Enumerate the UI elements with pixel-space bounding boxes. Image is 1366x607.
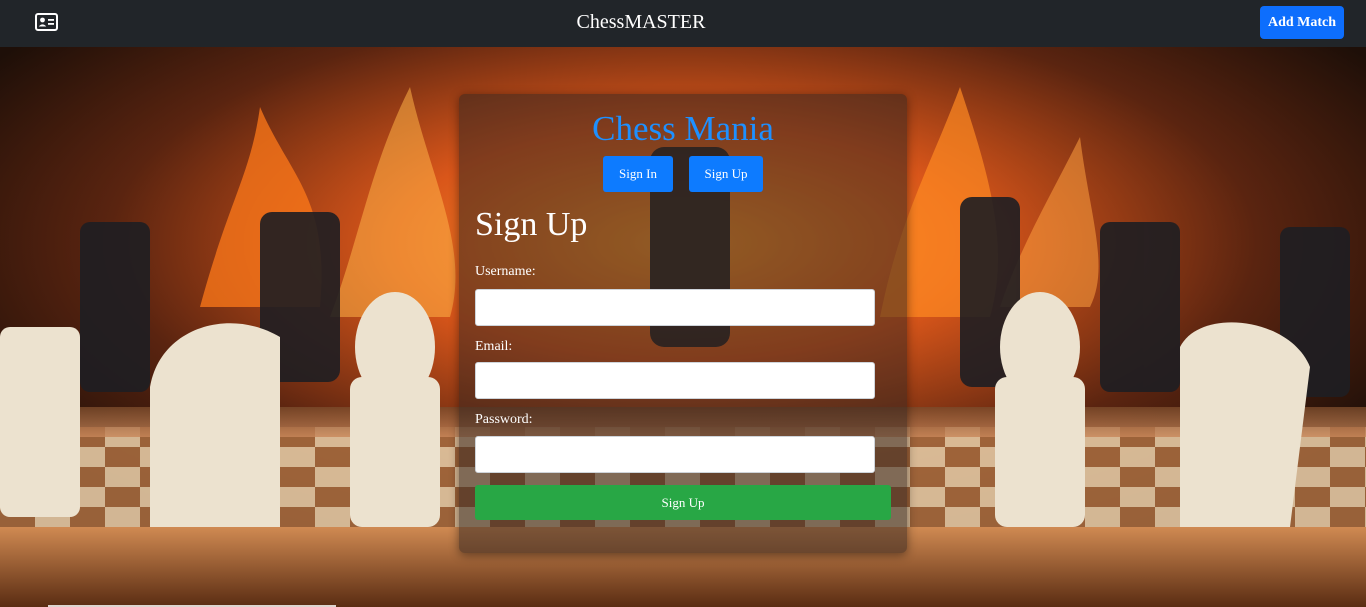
top-navbar: ChessMASTER Add Match (0, 0, 1366, 47)
brand-text: ChessMASTER (576, 11, 706, 33)
password-label: Password: (475, 412, 533, 427)
sign-up-submit-button[interactable]: Sign Up (475, 485, 891, 520)
card-title-text: Chess Mania (592, 109, 774, 148)
sign-in-tab-button[interactable]: Sign In (603, 156, 673, 192)
email-input[interactable] (475, 362, 875, 399)
password-input[interactable] (475, 436, 875, 473)
username-input[interactable] (475, 289, 875, 326)
brand-title[interactable]: ChessMASTER (0, 11, 1366, 34)
sign-up-tab-button[interactable]: Sign Up (689, 156, 763, 192)
username-label: Username: (475, 264, 536, 279)
add-match-button[interactable]: Add Match (1260, 6, 1344, 39)
card-title: Chess Mania (459, 109, 907, 149)
email-label: Email: (475, 339, 513, 354)
form-heading: Sign Up (475, 206, 588, 243)
auth-card: Chess Mania Sign In Sign Up Sign Up User… (459, 94, 907, 553)
